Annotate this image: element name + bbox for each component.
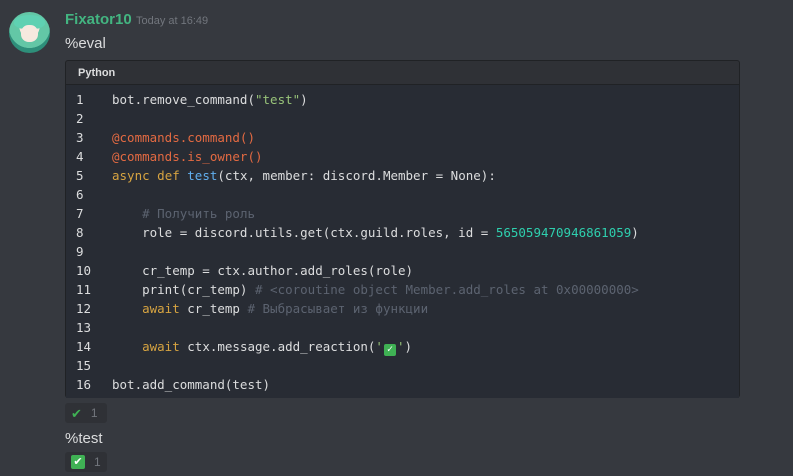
code-token: @commands.is_owner() bbox=[112, 149, 263, 164]
code-token: cr_temp bbox=[179, 301, 248, 316]
code-token: bot.remove_command( bbox=[112, 92, 255, 107]
reaction-white-check[interactable]: ✔ 1 bbox=[65, 452, 107, 472]
code-token: ctx.message.add_reaction( bbox=[179, 339, 376, 354]
line-number: 14 bbox=[76, 339, 92, 354]
code-token: print(cr_temp) bbox=[112, 282, 255, 297]
check-mark-icon: ✔ bbox=[71, 405, 82, 421]
code-text: bot.remove_command("test") bbox=[112, 90, 308, 109]
code-token: # Выбрасывает из функции bbox=[247, 301, 429, 316]
reaction-count: 1 bbox=[90, 406, 98, 420]
code-line: 1 bot.remove_command("test") bbox=[66, 90, 739, 109]
code-body: 1 bot.remove_command("test") 2 3 @commands.c… bbox=[66, 84, 739, 398]
code-token: ' bbox=[375, 339, 383, 354]
code-token: @commands.command() bbox=[112, 130, 255, 145]
message-text: %eval bbox=[65, 35, 106, 52]
message-text-2: %test bbox=[65, 430, 103, 447]
author-name[interactable]: Fixator10 bbox=[65, 11, 132, 29]
code-text: print(cr_temp) # <coroutine object Membe… bbox=[112, 280, 639, 299]
line-number: 6 bbox=[76, 187, 84, 202]
code-token: # Получить роль bbox=[142, 206, 255, 221]
message-timestamp: Today at 16:49 bbox=[136, 15, 209, 27]
line-number: 10 bbox=[76, 263, 92, 278]
code-text: # Получить роль bbox=[112, 204, 255, 223]
line-number: 9 bbox=[76, 244, 84, 259]
line-number: 1 bbox=[76, 92, 84, 107]
code-text: await ctx.message.add_reaction(' ✓ ') bbox=[112, 337, 412, 356]
code-token: ) bbox=[300, 92, 308, 107]
avatar[interactable] bbox=[9, 12, 50, 53]
code-block: Python 1 bot.remove_command("test") 2 3 @com… bbox=[65, 60, 740, 398]
code-token: await bbox=[142, 301, 180, 316]
code-text: @commands.command() bbox=[112, 128, 255, 147]
code-token: await bbox=[142, 339, 180, 354]
line-number: 2 bbox=[76, 111, 84, 126]
reaction-count-2: 1 bbox=[94, 455, 101, 469]
code-language-label: Python bbox=[78, 67, 116, 79]
code-line: 3 @commands.command() bbox=[66, 128, 739, 147]
code-token: cr_temp = ctx.author.add_roles(role) bbox=[112, 263, 414, 278]
line-number: 5 bbox=[76, 168, 84, 183]
code-text: role = discord.utils.get(ctx.guild.roles… bbox=[112, 223, 639, 242]
code-line: 14 await ctx.message.add_reaction(' ✓ ') bbox=[66, 337, 739, 356]
line-number: 12 bbox=[76, 301, 92, 316]
reaction-check[interactable]: ✔ 1 bbox=[65, 403, 107, 423]
code-line: 12 await cr_temp # Выбрасывает из функци… bbox=[66, 299, 739, 318]
white-check-mark-icon: ✓ bbox=[383, 344, 396, 356]
code-line: 13 bbox=[66, 318, 739, 337]
code-line: 5 async def test(ctx, member: discord.Mem… bbox=[66, 166, 739, 185]
code-line: 10 cr_temp = ctx.author.add_roles(role) bbox=[66, 261, 739, 280]
code-line: 16 bot.add_command(test) bbox=[66, 375, 739, 394]
code-line: 8 role = discord.utils.get(ctx.guild.rol… bbox=[66, 223, 739, 242]
code-token: (ctx, member: discord.Member = None): bbox=[217, 168, 496, 183]
line-number: 16 bbox=[76, 377, 92, 392]
line-number: 8 bbox=[76, 225, 84, 240]
line-number: 4 bbox=[76, 149, 84, 164]
line-number: 11 bbox=[76, 282, 92, 297]
code-token: role = discord.utils.get(ctx.guild.roles… bbox=[112, 225, 496, 240]
code-token: # <coroutine object Member.add_roles at … bbox=[255, 282, 639, 297]
code-line: 15 bbox=[66, 356, 739, 375]
code-token: 565059470946861059 bbox=[495, 225, 632, 240]
line-number: 3 bbox=[76, 130, 84, 145]
code-token: ) bbox=[631, 225, 639, 240]
code-text: cr_temp = ctx.author.add_roles(role) bbox=[112, 261, 413, 280]
code-token: ) bbox=[404, 339, 413, 354]
code-line: 7 # Получить роль bbox=[66, 204, 739, 223]
code-token: test bbox=[187, 168, 218, 183]
code-token: bot.add_command(test) bbox=[112, 377, 271, 392]
white-check-mark-icon: ✔ bbox=[71, 455, 85, 469]
code-token: def bbox=[157, 168, 180, 183]
code-line: 4 @commands.is_owner() bbox=[66, 147, 739, 166]
line-number: 7 bbox=[76, 206, 84, 221]
code-line: 11 print(cr_temp) # <coroutine object Me… bbox=[66, 280, 739, 299]
line-number: 15 bbox=[76, 358, 92, 373]
code-line: 6 bbox=[66, 185, 739, 204]
code-text: async def test(ctx, member: discord.Memb… bbox=[112, 166, 496, 185]
code-text: await cr_temp # Выбрасывает из функции bbox=[112, 299, 428, 318]
code-text: bot.add_command(test) bbox=[112, 375, 270, 394]
code-line: 9 bbox=[66, 242, 739, 261]
code-token: async bbox=[112, 168, 150, 183]
avatar-face bbox=[21, 25, 38, 42]
line-number: 13 bbox=[76, 320, 92, 335]
code-token: "test" bbox=[255, 92, 301, 107]
code-line: 2 bbox=[66, 109, 739, 128]
code-text: @commands.is_owner() bbox=[112, 147, 263, 166]
